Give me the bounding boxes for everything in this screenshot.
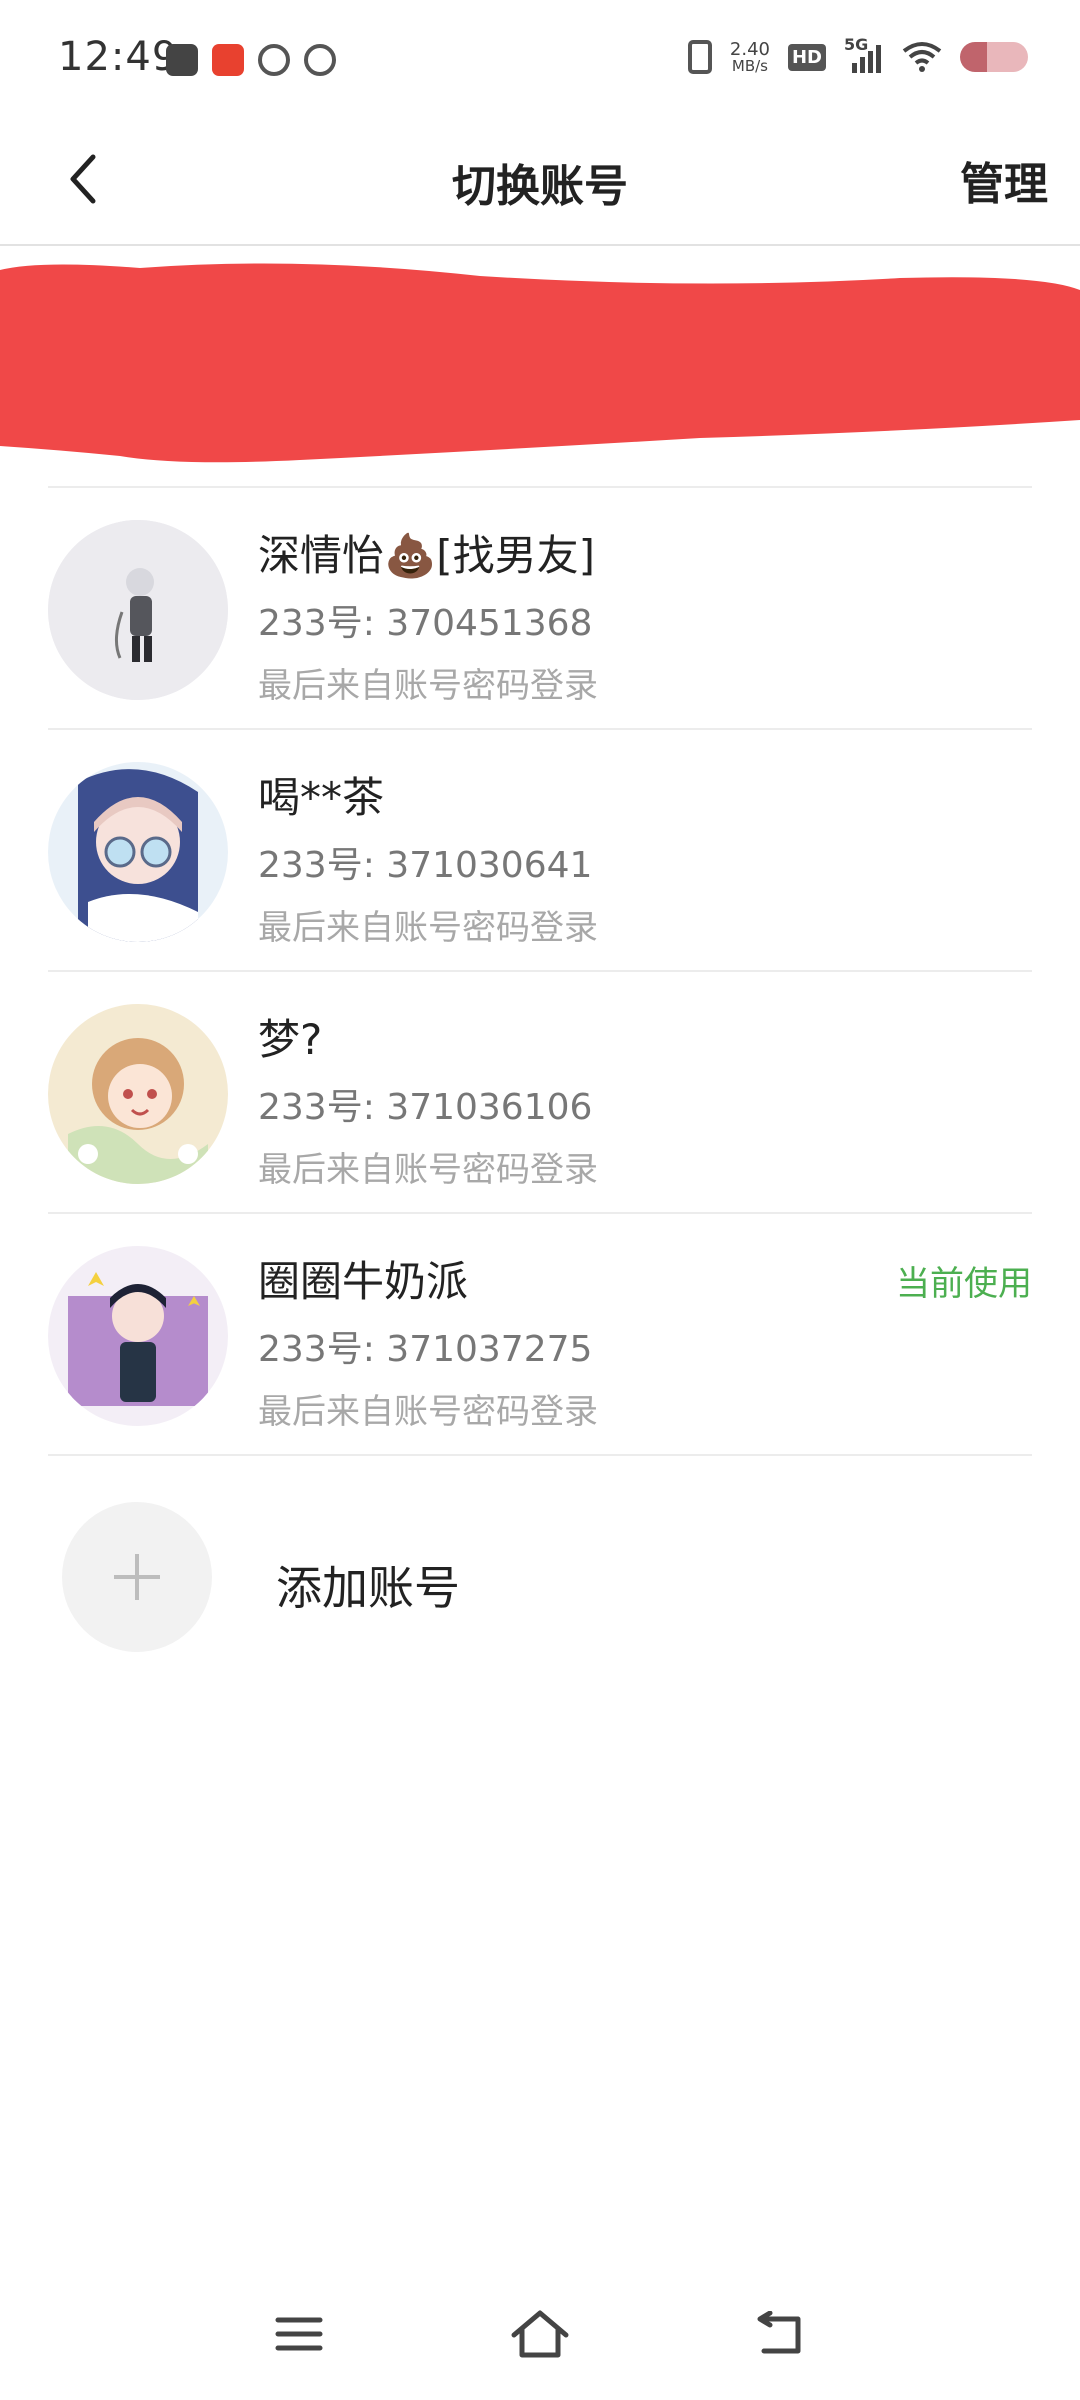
system-status-icons: 2.40 MB/s HD 5G xyxy=(687,35,1028,75)
account-login-info: 最后来自账号密码登录 xyxy=(258,908,598,948)
account-name: 深情怡💩[找男友] xyxy=(258,531,596,580)
account-id: 233号: 370451368 xyxy=(258,603,593,644)
home-nav-button[interactable] xyxy=(505,2302,575,2366)
account-login-info: 最后来自账号密码登录 xyxy=(258,1150,598,1190)
add-account-button[interactable]: 添加账号 xyxy=(62,1502,962,1652)
page-title: 切换账号 xyxy=(452,161,628,212)
account-row[interactable]: 梦? 233号: 371036106 最后来自账号密码登录 xyxy=(48,972,1032,1214)
add-account-label: 添加账号 xyxy=(276,1561,460,1615)
account-id: 233号: 371036106 xyxy=(258,1087,593,1128)
menu-icon xyxy=(275,2317,323,2351)
battery-icon xyxy=(960,42,1028,72)
app-notification-icon xyxy=(212,44,244,76)
app-icon xyxy=(304,44,336,76)
avatar xyxy=(48,762,228,942)
add-icon xyxy=(62,1502,212,1652)
home-icon xyxy=(511,2310,569,2358)
sync-icon xyxy=(258,44,290,76)
account-row[interactable]: 圈圈牛奶派 233号: 371037275 最后来自账号密码登录 当前使用 xyxy=(48,1214,1032,1456)
account-login-info: 最后来自账号密码登录 xyxy=(258,1392,598,1432)
account-name: 喝**茶 xyxy=(258,773,385,822)
wifi-icon xyxy=(902,41,942,73)
account-id: 233号: 371037275 xyxy=(258,1329,593,1370)
menu-nav-button[interactable] xyxy=(264,2302,334,2366)
message-icon xyxy=(166,44,198,76)
net-speed: 2.40 MB/s xyxy=(729,38,770,75)
signal-icon: 5G xyxy=(844,35,884,73)
account-id: 233号: 371030641 xyxy=(258,845,593,886)
account-list: 深情怡💩[找男友] 233号: 370451368 最后来自账号密码登录 喝**… xyxy=(48,486,1032,1456)
status-bar: 12:49 2.40 MB/s HD 5G xyxy=(0,0,1080,120)
account-row[interactable]: 喝**茶 233号: 371030641 最后来自账号密码登录 xyxy=(48,730,1032,972)
redacted-area xyxy=(0,263,1080,463)
notification-icons xyxy=(166,44,336,76)
account-row[interactable]: 深情怡💩[找男友] 233号: 370451368 最后来自账号密码登录 xyxy=(48,488,1032,730)
vibrate-icon xyxy=(687,40,712,74)
avatar xyxy=(48,520,228,700)
return-icon xyxy=(757,2311,801,2354)
account-login-info: 最后来自账号密码登录 xyxy=(258,666,598,706)
account-name: 圈圈牛奶派 xyxy=(258,1257,469,1306)
back-nav-button[interactable] xyxy=(746,2302,816,2366)
account-name: 梦? xyxy=(258,1015,323,1064)
current-account-badge: 当前使用 xyxy=(896,1264,1032,1304)
hd-icon: HD xyxy=(787,43,826,71)
status-time: 12:49 xyxy=(58,34,179,80)
manage-button[interactable]: 管理 xyxy=(960,148,1048,212)
avatar xyxy=(48,1246,228,1426)
avatar xyxy=(48,1004,228,1184)
system-nav-bar xyxy=(0,2290,1080,2380)
app-header: 切换账号 管理 xyxy=(0,120,1080,246)
